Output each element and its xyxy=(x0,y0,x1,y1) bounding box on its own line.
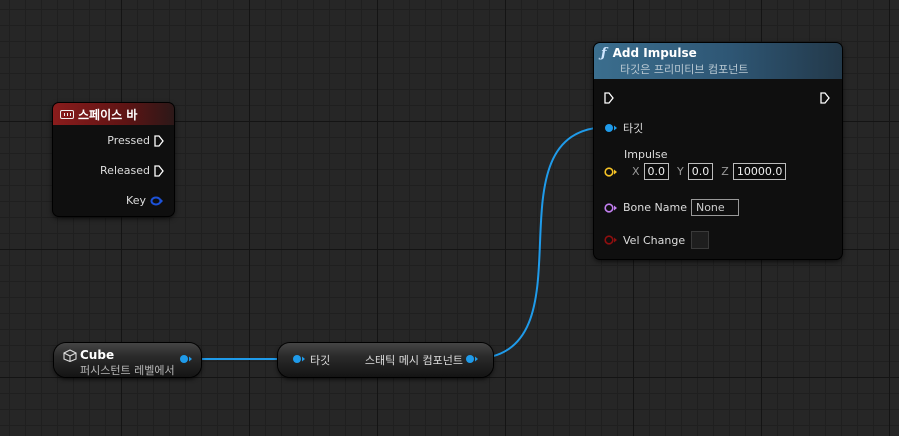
add-impulse-node[interactable]: ƒ Add Impulse 타깃은 프리미티브 컴포넌트 타깃 Impulse … xyxy=(594,43,842,259)
pressed-pin-row[interactable]: Pressed xyxy=(107,134,164,147)
impulse-x-input[interactable]: 0.0 xyxy=(643,163,670,180)
key-pin-row[interactable]: Key xyxy=(126,194,164,207)
object-output-pin-icon[interactable] xyxy=(465,354,479,364)
impulse-y-label: Y xyxy=(677,165,684,178)
cube-node-title-row: Cube xyxy=(63,348,114,362)
cast-output-label: 스태틱 메시 컴포넌트 xyxy=(364,354,463,367)
object-input-pin-icon[interactable] xyxy=(292,354,306,364)
space-bar-event-node[interactable]: 스페이스 바 Pressed Released Key xyxy=(53,103,174,216)
keyboard-icon xyxy=(60,109,74,119)
event-node-title: 스페이스 바 xyxy=(78,107,138,122)
event-node-header[interactable]: 스페이스 바 xyxy=(53,103,174,125)
wire-cast-to-target xyxy=(470,126,610,360)
vel-change-checkbox[interactable] xyxy=(691,231,710,249)
impulse-label-row: Impulse xyxy=(604,148,667,161)
cube-node-subtitle: 퍼시스턴트 레벨에서 xyxy=(80,364,175,377)
struct-pin-icon[interactable] xyxy=(150,196,164,206)
impulse-pin-label: Impulse xyxy=(624,148,668,161)
cast-to-static-mesh-node[interactable]: 타깃 스태틱 메시 컴포넌트 xyxy=(278,343,493,377)
pressed-pin-label: Pressed xyxy=(107,134,150,147)
released-pin-label: Released xyxy=(100,164,150,177)
bool-pin-icon[interactable] xyxy=(604,235,618,245)
cube-reference-node[interactable]: Cube 퍼시스턴트 레벨에서 xyxy=(54,343,201,377)
bone-name-pin-row[interactable]: Bone Name None xyxy=(604,199,739,216)
impulse-z-label: Z xyxy=(721,165,729,178)
object-output-pin-icon[interactable] xyxy=(179,354,193,364)
vel-change-label: Vel Change xyxy=(623,233,686,247)
impulse-y-input[interactable]: 0.0 xyxy=(687,163,714,180)
vel-change-pin-row[interactable]: Vel Change xyxy=(604,231,710,249)
function-node-header[interactable]: ƒ Add Impulse 타깃은 프리미티브 컴포넌트 xyxy=(594,43,842,79)
cube-node-title: Cube xyxy=(80,348,115,362)
released-pin-row[interactable]: Released xyxy=(100,164,164,177)
name-pin-icon[interactable] xyxy=(604,202,618,213)
key-pin-label: Key xyxy=(126,194,146,207)
bone-name-input[interactable]: None xyxy=(690,199,739,216)
exec-pin-icon[interactable] xyxy=(154,134,164,147)
object-pin-icon[interactable] xyxy=(604,123,618,133)
target-pin-row[interactable]: 타깃 xyxy=(604,120,643,136)
exec-out-pin-icon[interactable] xyxy=(820,92,830,104)
function-node-title: Add Impulse xyxy=(612,46,697,60)
impulse-z-input[interactable]: 10000.0 xyxy=(732,163,787,180)
target-pin-label: 타깃 xyxy=(623,122,644,135)
impulse-pin-row[interactable]: X 0.0 Y 0.0 Z 10000.0 xyxy=(604,163,787,180)
exec-pin-icon[interactable] xyxy=(154,164,164,177)
function-icon: ƒ xyxy=(601,45,607,61)
impulse-x-label: X xyxy=(632,165,640,178)
vector-pin-icon[interactable] xyxy=(604,166,618,177)
cast-input-label: 타깃 xyxy=(310,354,331,367)
exec-in-pin-icon[interactable] xyxy=(604,92,614,104)
function-node-subtitle: 타깃은 프리미티브 컴포넌트 xyxy=(620,62,749,76)
bone-name-label: Bone Name xyxy=(623,201,687,214)
cube-icon xyxy=(63,348,77,362)
